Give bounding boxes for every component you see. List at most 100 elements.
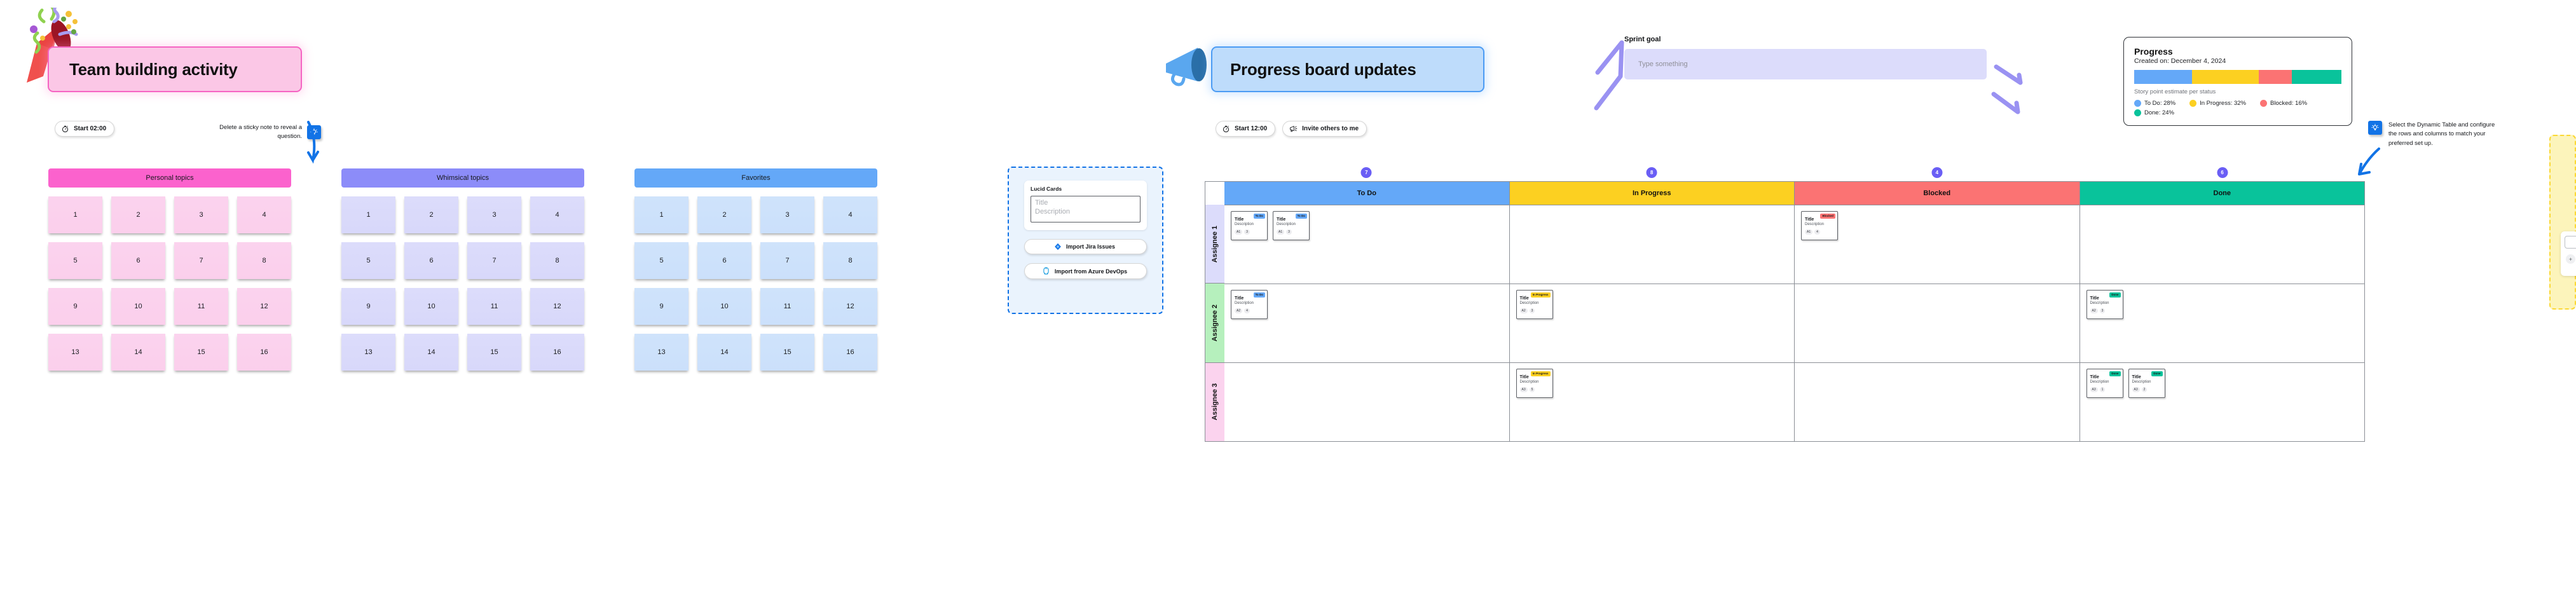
kanban-card[interactable]: Done Title Description A3 1 [2086,369,2123,398]
sticky-note[interactable]: 12 [237,288,291,325]
sticky-note[interactable]: 4 [237,196,291,233]
table-cell[interactable]: To Do Title Description A2 4 [1224,284,1510,362]
import-jira-issues-button[interactable]: Import Jira Issues [1024,239,1147,254]
column-header-to-do[interactable]: To Do [1224,182,1510,205]
sprint-goal-label: Sprint goal [1624,36,1661,43]
status-badge: To Do [1253,214,1265,219]
column-count-badge-done[interactable]: 6 [2217,167,2228,178]
sticky-note[interactable]: 6 [404,242,458,279]
kanban-card[interactable]: To Do Title Description A1 3 [1273,211,1310,240]
table-cell[interactable]: In Progress Title Description A3 5 [1510,363,1795,441]
sticky-note[interactable]: 1 [48,196,102,233]
sticky-note[interactable]: 9 [341,288,395,325]
sticky-note[interactable]: 2 [404,196,458,233]
sticky-note[interactable]: 3 [760,196,814,233]
lucid-card-stack[interactable]: Title Description [1031,196,1141,222]
sticky-note[interactable]: 11 [174,288,228,325]
row-header-assignee-3[interactable]: Assignee 3 [1205,362,1224,441]
sticky-note[interactable]: 9 [634,288,689,325]
sticky-note[interactable]: 13 [341,334,395,371]
progress-board-timer-button[interactable]: Start 12:00 [1216,121,1276,137]
sticky-note[interactable]: 11 [760,288,814,325]
table-cell[interactable]: In Progress Title Description A2 3 [1510,284,1795,362]
sticky-note[interactable]: 2 [697,196,751,233]
sticky-note[interactable]: 7 [174,242,228,279]
yellow-panel-widget[interactable]: + [2561,231,2576,276]
sticky-note[interactable]: 1 [634,196,689,233]
kanban-card[interactable]: Done Title Description A3 2 [2128,369,2165,398]
table-cell[interactable] [1224,363,1510,441]
sticky-note[interactable]: 6 [111,242,165,279]
sticky-note[interactable]: 10 [404,288,458,325]
yellow-panel: + [2549,135,2576,310]
table-cell[interactable] [2080,205,2365,284]
timer-label: Start 02:00 [74,125,107,132]
sticky-note[interactable]: 12 [823,288,877,325]
column-header-done[interactable]: Done [2079,182,2364,205]
table-cell[interactable] [1795,363,2080,441]
add-button[interactable]: + [2566,254,2575,264]
sticky-note[interactable]: 5 [48,242,102,279]
sticky-note[interactable]: 7 [760,242,814,279]
sticky-note[interactable]: 7 [467,242,521,279]
column-count-badge-in-progress[interactable]: 8 [1646,167,1657,178]
table-cell[interactable]: To Do Title Description A1 3 To Do Title Descri… [1224,205,1510,284]
card-tag: 3 [1286,229,1292,235]
sticky-note[interactable]: 16 [530,334,584,371]
lightbulb-icon[interactable] [2368,121,2382,135]
sticky-note[interactable]: 14 [111,334,165,371]
sticky-note[interactable]: 14 [404,334,458,371]
sticky-note[interactable]: 10 [697,288,751,325]
row-header-assignee-1[interactable]: Assignee 1 [1205,205,1224,284]
table-cell[interactable] [1795,284,2080,362]
sticky-note[interactable]: 13 [634,334,689,371]
sticky-note[interactable]: 6 [697,242,751,279]
sticky-note[interactable]: 11 [467,288,521,325]
corner-cell [1205,182,1224,205]
table-cell[interactable]: Done Title Description A2 3 [2080,284,2365,362]
sticky-note[interactable]: 8 [237,242,291,279]
sticky-note[interactable]: 14 [697,334,751,371]
sticky-note[interactable]: 16 [823,334,877,371]
sticky-note[interactable]: 12 [530,288,584,325]
column-count-badge-to-do[interactable]: 7 [1360,167,1372,178]
kanban-card[interactable]: Blocked Title Description A1 4 [1801,211,1838,240]
table-cell[interactable]: Blocked Title Description A1 4 [1795,205,2080,284]
sticky-note[interactable]: 16 [237,334,291,371]
sticky-note[interactable]: 4 [530,196,584,233]
kanban-card[interactable]: Done Title Description A2 3 [2086,290,2123,319]
row-header-label: Assignee 3 [1211,383,1219,421]
progress-segment-to-do [2134,70,2193,84]
kanban-card[interactable]: In Progress Title Description A3 5 [1516,369,1553,398]
sticky-note[interactable]: 3 [467,196,521,233]
status-badge: In Progress [1530,371,1551,376]
column-header-blocked[interactable]: Blocked [1795,182,2080,205]
sticky-note[interactable]: 10 [111,288,165,325]
row-header-assignee-2[interactable]: Assignee 2 [1205,284,1224,363]
sticky-note[interactable]: 15 [174,334,228,371]
sticky-note[interactable]: 5 [634,242,689,279]
kanban-card[interactable]: To Do Title Description A1 3 [1231,211,1268,240]
sticky-note[interactable]: 15 [467,334,521,371]
sticky-note[interactable]: 8 [823,242,877,279]
sticky-note[interactable]: 4 [823,196,877,233]
sticky-note[interactable]: 1 [341,196,395,233]
column-header-in-progress[interactable]: In Progress [1509,182,1795,205]
import-azure-devops-button[interactable]: Import from Azure DevOps [1024,263,1147,279]
sticky-note[interactable]: 5 [341,242,395,279]
stopwatch-icon [1222,125,1230,133]
sticky-note[interactable]: 2 [111,196,165,233]
table-cell[interactable] [1510,205,1795,284]
sticky-note[interactable]: 8 [530,242,584,279]
team-building-timer-button[interactable]: Start 02:00 [55,121,115,137]
sticky-note[interactable]: 9 [48,288,102,325]
invite-others-button[interactable]: Invite others to me [1282,121,1367,137]
sprint-goal-input[interactable]: Type something [1624,49,1987,79]
kanban-card[interactable]: In Progress Title Description A2 3 [1516,290,1553,319]
sticky-note[interactable]: 15 [760,334,814,371]
table-cell[interactable]: Done Title Description A3 1 Done Title Descript… [2080,363,2365,441]
column-count-badge-blocked[interactable]: 4 [1931,167,1943,178]
sticky-note[interactable]: 3 [174,196,228,233]
sticky-note[interactable]: 13 [48,334,102,371]
kanban-card[interactable]: To Do Title Description A2 4 [1231,290,1268,319]
